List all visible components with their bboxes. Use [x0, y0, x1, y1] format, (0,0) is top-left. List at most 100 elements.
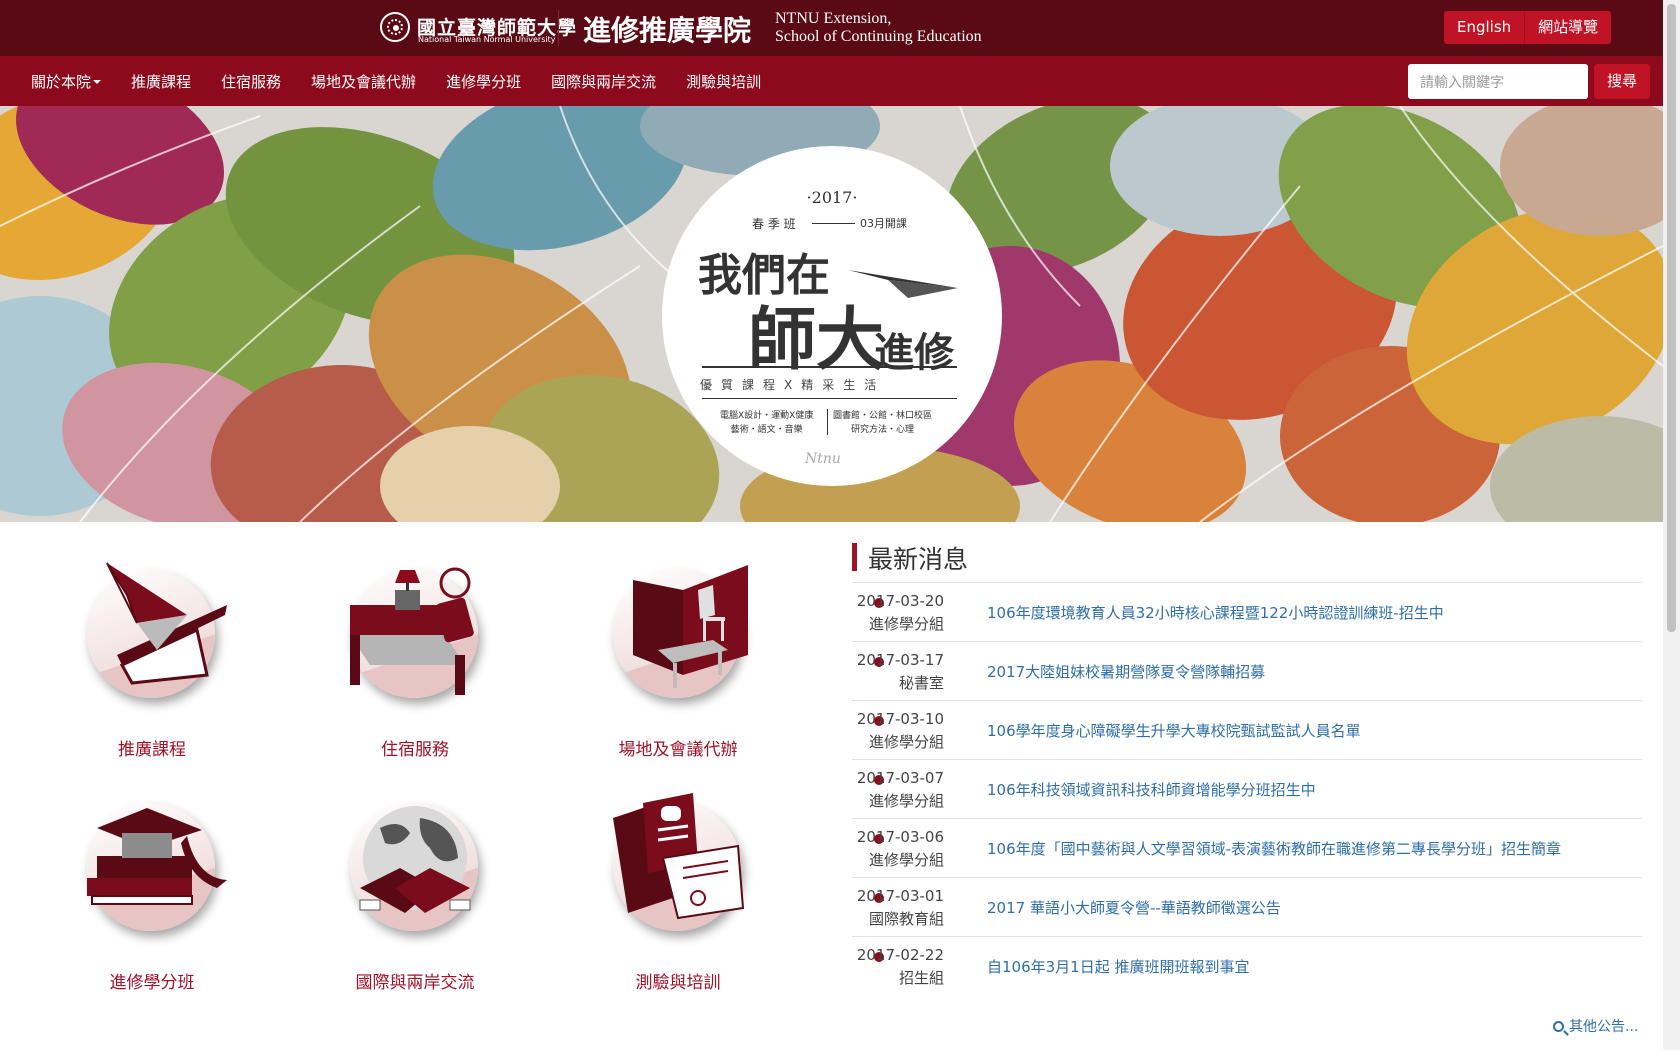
nav-item-international-exchange[interactable]: 國際與兩岸交流	[536, 71, 671, 92]
news-row: 2017-03-20 進修學分組 106年度環境教育人員32小時核心課程暨122…	[852, 582, 1642, 641]
banner-subjects-right-2: 研究方法・心理	[851, 425, 915, 435]
news-row: 2017-03-10 進修學分組 106學年度身心障礙學生升學大專校院甄試監試人…	[852, 700, 1642, 759]
banner-subjects-left-1: 電腦X設計・運動X健康	[720, 411, 814, 421]
graduation-cap-books-icon	[77, 788, 227, 938]
banner-rule	[702, 366, 957, 368]
news-unit: 進修學分組	[868, 792, 944, 810]
banner-subjects-left-2: 藝術・語文・音樂	[730, 425, 803, 435]
service-tile-accommodation[interactable]: 住宿服務	[300, 555, 530, 760]
banner-subjects-right: 圖書館・公館・林口校區 研究方法・心理	[833, 409, 932, 437]
news-date: 2017-03-17	[856, 651, 944, 669]
paper-plane-book-icon	[77, 555, 227, 705]
news-date: 2017-03-10	[856, 710, 944, 728]
site-title-en[interactable]: NTNU Extension, School of Continuing Edu…	[775, 10, 982, 46]
nav-item-accommodation[interactable]: 住宿服務	[206, 71, 296, 92]
news-unit: 招生組	[898, 969, 944, 987]
search-input[interactable]	[1408, 64, 1588, 99]
banner-open-month: 03月開課	[860, 217, 907, 230]
tile-illustration	[613, 793, 745, 920]
banner-subjects-divider	[827, 409, 828, 435]
service-label: 進修學分班	[109, 973, 195, 993]
news-row: 2017-03-17 秘書室 2017大陸姐妹校暑期營隊夏令營隊輔招募	[852, 641, 1642, 700]
news-date: 2017-02-22	[856, 946, 944, 964]
news-unit: 進修學分組	[868, 851, 944, 869]
globe-handshake-icon	[340, 788, 490, 938]
nav-item-label: 關於本院	[31, 72, 92, 91]
site-title-en-line1: NTNU Extension,	[775, 10, 892, 27]
service-tile-venue-meeting[interactable]: 場地及會議代辦	[563, 555, 793, 760]
news-section-title: 最新消息	[868, 545, 969, 574]
logo-divider	[558, 10, 559, 46]
search-icon	[1553, 1021, 1564, 1032]
news-unit: 秘書室	[898, 674, 944, 692]
banner-subjects-left: 電腦X設計・運動X健康 藝術・語文・音樂	[720, 409, 813, 437]
news-title-marker	[852, 543, 857, 571]
service-label: 國際與兩岸交流	[355, 973, 475, 993]
news-link[interactable]: 106年科技領域資訊科技科師資增能學分班招生中	[987, 779, 1316, 800]
service-tile-testing-training[interactable]: 測驗與培訓	[563, 788, 793, 993]
caret-down-icon	[93, 80, 102, 84]
banner-season-line	[812, 223, 855, 224]
scrollbar-thumb[interactable]	[1667, 4, 1676, 632]
news-date: 2017-03-07	[856, 769, 944, 787]
tile-illustration	[359, 806, 471, 913]
news-link[interactable]: 106學年度身心障礙學生升學大專校院甄試監試人員名單	[987, 720, 1361, 741]
service-tile-credit-classes[interactable]: 進修學分班	[37, 788, 267, 993]
banner-headline-2: 師大	[748, 300, 885, 380]
page-scrollbar[interactable]	[1663, 0, 1680, 1050]
english-button[interactable]: English	[1444, 11, 1526, 44]
banner-season: 春 季 班	[752, 217, 796, 231]
news-link[interactable]: 106年度環境教育人員32小時核心課程暨122小時認證訓練班-招生中	[987, 602, 1444, 623]
news-row: 2017-03-01 國際教育組 2017 華語小大師夏令營--華語教師徵選公告	[852, 877, 1642, 936]
nav-item-testing-training[interactable]: 測驗與培訓	[671, 71, 776, 92]
sitemap-button[interactable]: 網站導覽	[1525, 11, 1612, 44]
banner-subjects-right-1: 圖書館・公館・林口校區	[833, 411, 933, 421]
nav-list: 關於本院 推廣課程 住宿服務 場地及會議代辦 進修學分班 國際與兩岸交流 測驗與…	[16, 56, 776, 106]
service-label: 場地及會議代辦	[618, 740, 738, 760]
bed-lamp-icon	[340, 555, 490, 705]
top-button-group: English 網站導覽	[1444, 11, 1612, 44]
university-name-en[interactable]: National Taiwan Normal University	[418, 35, 555, 44]
search-button[interactable]: 搜尋	[1594, 64, 1651, 99]
nav-item-credit-classes[interactable]: 進修學分班	[431, 71, 536, 92]
news-unit: 進修學分組	[868, 733, 944, 751]
service-tile-extension-courses[interactable]: 推廣課程	[37, 555, 267, 760]
hero-banner[interactable]: ·2017· 春 季 班 03月開課 我們在 師大 進修 優質課程X精采生活 電…	[0, 106, 1663, 522]
banner-headline-3: 進修	[874, 329, 954, 376]
more-news-link[interactable]: 其他公告...	[1553, 1016, 1638, 1036]
tile-illustration	[633, 565, 748, 688]
nav-item-extension-courses[interactable]: 推廣課程	[116, 71, 206, 92]
news-list: 2017-03-20 進修學分組 106年度環境教育人員32小時核心課程暨122…	[852, 582, 1642, 995]
news-row: 2017-03-06 進修學分組 106年度「國中藝術與人文學習領域-表演藝術教…	[852, 818, 1642, 877]
news-link[interactable]: 2017 華語小大師夏令營--華語教師徵選公告	[987, 897, 1281, 918]
service-tile-international-exchange[interactable]: 國際與兩岸交流	[300, 788, 530, 993]
news-date: 2017-03-06	[856, 828, 944, 846]
banner-year: ·2017·	[806, 188, 858, 207]
service-label: 測驗與培訓	[635, 973, 721, 993]
news-date: 2017-03-20	[856, 592, 944, 610]
site-title-en-line2: School of Continuing Education	[775, 28, 982, 45]
nav-item-about[interactable]: 關於本院	[16, 71, 116, 92]
news-unit: 國際教育組	[868, 910, 944, 928]
nav-item-venue-meeting[interactable]: 場地及會議代辦	[296, 71, 431, 92]
top-header: 國立臺灣師範大學 National Taiwan Normal Universi…	[0, 0, 1663, 56]
banner-signature: Ntnu	[805, 451, 841, 467]
tile-illustration	[106, 562, 227, 685]
university-seal-icon[interactable]	[380, 12, 410, 42]
news-row: 2017-02-22 招生組 自106年3月1日起 推廣班開班報到事宜	[852, 936, 1642, 995]
site-title-zh[interactable]: 進修推廣學院	[583, 9, 751, 49]
service-label: 住宿服務	[381, 740, 449, 760]
banner-rule-2	[702, 398, 957, 399]
main-nav: 關於本院 推廣課程 住宿服務 場地及會議代辦 進修學分班 國際與兩岸交流 測驗與…	[0, 56, 1663, 106]
room-chair-icon	[603, 555, 753, 705]
news-link[interactable]: 2017大陸姐妹校暑期營隊夏令營隊輔招募	[987, 661, 1265, 682]
tile-illustration	[350, 567, 474, 695]
more-news-label: 其他公告...	[1569, 1019, 1639, 1035]
news-link[interactable]: 106年度「國中藝術與人文學習領域-表演藝術教師在職進修第二專長學分班」招生簡章	[987, 838, 1561, 859]
news-link[interactable]: 自106年3月1日起 推廣班開班報到事宜	[987, 956, 1250, 977]
news-unit: 進修學分組	[868, 615, 944, 633]
test-paper-icon	[603, 788, 753, 938]
news-date: 2017-03-01	[856, 887, 944, 905]
banner-tagline: 優質課程X精采生活	[700, 378, 886, 392]
tile-illustration	[87, 808, 227, 905]
